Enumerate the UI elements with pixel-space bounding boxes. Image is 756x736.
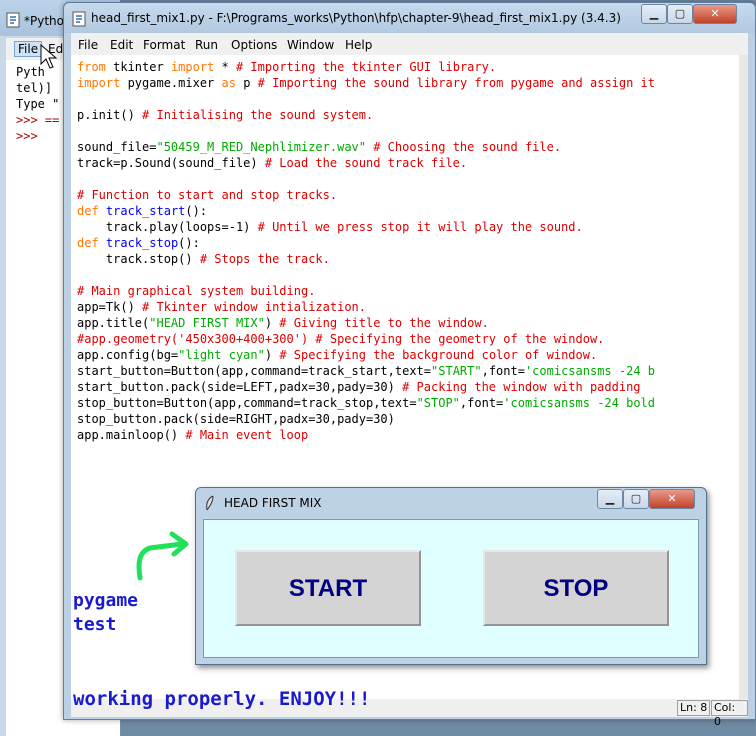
python-icon xyxy=(6,12,20,28)
close-icon: ✕ xyxy=(667,492,677,505)
code-line: stop_button.pack(side=RIGHT,padx=30,pady… xyxy=(77,412,395,426)
code-line: start_button.pack(side=LEFT,padx=30,pady… xyxy=(77,380,641,394)
menu-help[interactable]: Help xyxy=(345,38,372,52)
close-button[interactable]: ✕ xyxy=(693,4,737,24)
menu-file[interactable]: File xyxy=(78,38,98,52)
code-line: start_button=Button(app,command=track_st… xyxy=(77,364,655,378)
minimize-button[interactable]: ▁ xyxy=(641,4,667,24)
editor-menu-bar: File Edit Format Run Options Window Help xyxy=(71,33,748,55)
line-number-indicator: Ln: 8 xyxy=(677,700,711,716)
code-line: from tkinter import * # Importing the tk… xyxy=(77,60,497,74)
editor-title-bar[interactable]: head_first_mix1.py - F:\Programs_works\P… xyxy=(64,3,755,33)
editor-title: head_first_mix1.py - F:\Programs_works\P… xyxy=(91,11,621,25)
code-line: track.stop() # Stops the track. xyxy=(77,252,330,266)
column-indicator: Col: 0 xyxy=(711,700,748,728)
annotation-test: test xyxy=(73,614,117,635)
code-line: import pygame.mixer as p # Importing the… xyxy=(77,76,656,90)
code-line: def track_start(): xyxy=(77,204,208,218)
feather-icon xyxy=(206,495,214,511)
green-arrow-icon xyxy=(136,531,189,581)
app-minimize-button[interactable]: ▁ xyxy=(597,489,623,509)
code-line: app=Tk() # Tkinter window intialization. xyxy=(77,300,366,314)
app-close-button[interactable]: ✕ xyxy=(649,489,695,509)
maximize-icon: ▢ xyxy=(630,492,642,505)
shell-title: *Pytho xyxy=(24,14,64,28)
python-file-icon xyxy=(72,11,86,27)
start-button[interactable]: START xyxy=(235,550,421,626)
annotation-pygame: pygame xyxy=(73,590,139,611)
code-line: track.play(loops=-1) # Until we press st… xyxy=(77,220,583,234)
code-line: def track_stop(): xyxy=(77,236,200,250)
code-line: # Main graphical system building. xyxy=(77,284,316,298)
maximize-button[interactable]: ▢ xyxy=(667,4,693,24)
menu-options[interactable]: Options xyxy=(231,38,277,52)
code-line: # Function to start and stop tracks. xyxy=(77,188,338,202)
vertical-scrollbar[interactable] xyxy=(739,55,748,699)
menu-format[interactable]: Format xyxy=(143,38,185,52)
app-title: HEAD FIRST MIX xyxy=(224,496,322,510)
code-line: p.init() # Initialising the sound system… xyxy=(77,108,374,122)
annotation-working: working properly. ENJOY!!! xyxy=(73,688,371,710)
minimize-icon: ▁ xyxy=(605,492,615,505)
menu-window[interactable]: Window xyxy=(287,38,334,52)
app-title-bar[interactable]: HEAD FIRST MIX ▁ ▢ ✕ xyxy=(196,488,706,518)
code-line: sound_file="50459_M_RED_Nephlimizer.wav"… xyxy=(77,140,562,154)
head-first-mix-window: HEAD FIRST MIX ▁ ▢ ✕ START STOP xyxy=(195,487,707,665)
maximize-icon: ▢ xyxy=(674,7,686,20)
stop-button[interactable]: STOP xyxy=(483,550,669,626)
shell-menu-file[interactable]: File xyxy=(14,41,43,57)
code-line: app.mainloop() # Main event loop xyxy=(77,428,309,442)
close-icon: ✕ xyxy=(710,7,720,20)
code-line: app.config(bg="light cyan") # Specifying… xyxy=(77,348,598,362)
app-maximize-button[interactable]: ▢ xyxy=(623,489,649,509)
code-line: app.title("HEAD FIRST MIX") # Giving tit… xyxy=(77,316,489,330)
code-text: from tkinter import * # Importing the tk… xyxy=(71,55,739,443)
minimize-icon: ▁ xyxy=(649,7,659,20)
code-line: stop_button=Button(app,command=track_sto… xyxy=(77,396,655,410)
code-line: track=p.Sound(sound_file) # Load the sou… xyxy=(77,156,468,170)
mouse-cursor-icon xyxy=(40,44,58,69)
code-line: #app.geometry('450x300+400+300') # Speci… xyxy=(77,332,605,346)
menu-run[interactable]: Run xyxy=(195,38,218,52)
menu-edit[interactable]: Edit xyxy=(110,38,133,52)
app-client-area: START STOP xyxy=(203,519,699,658)
